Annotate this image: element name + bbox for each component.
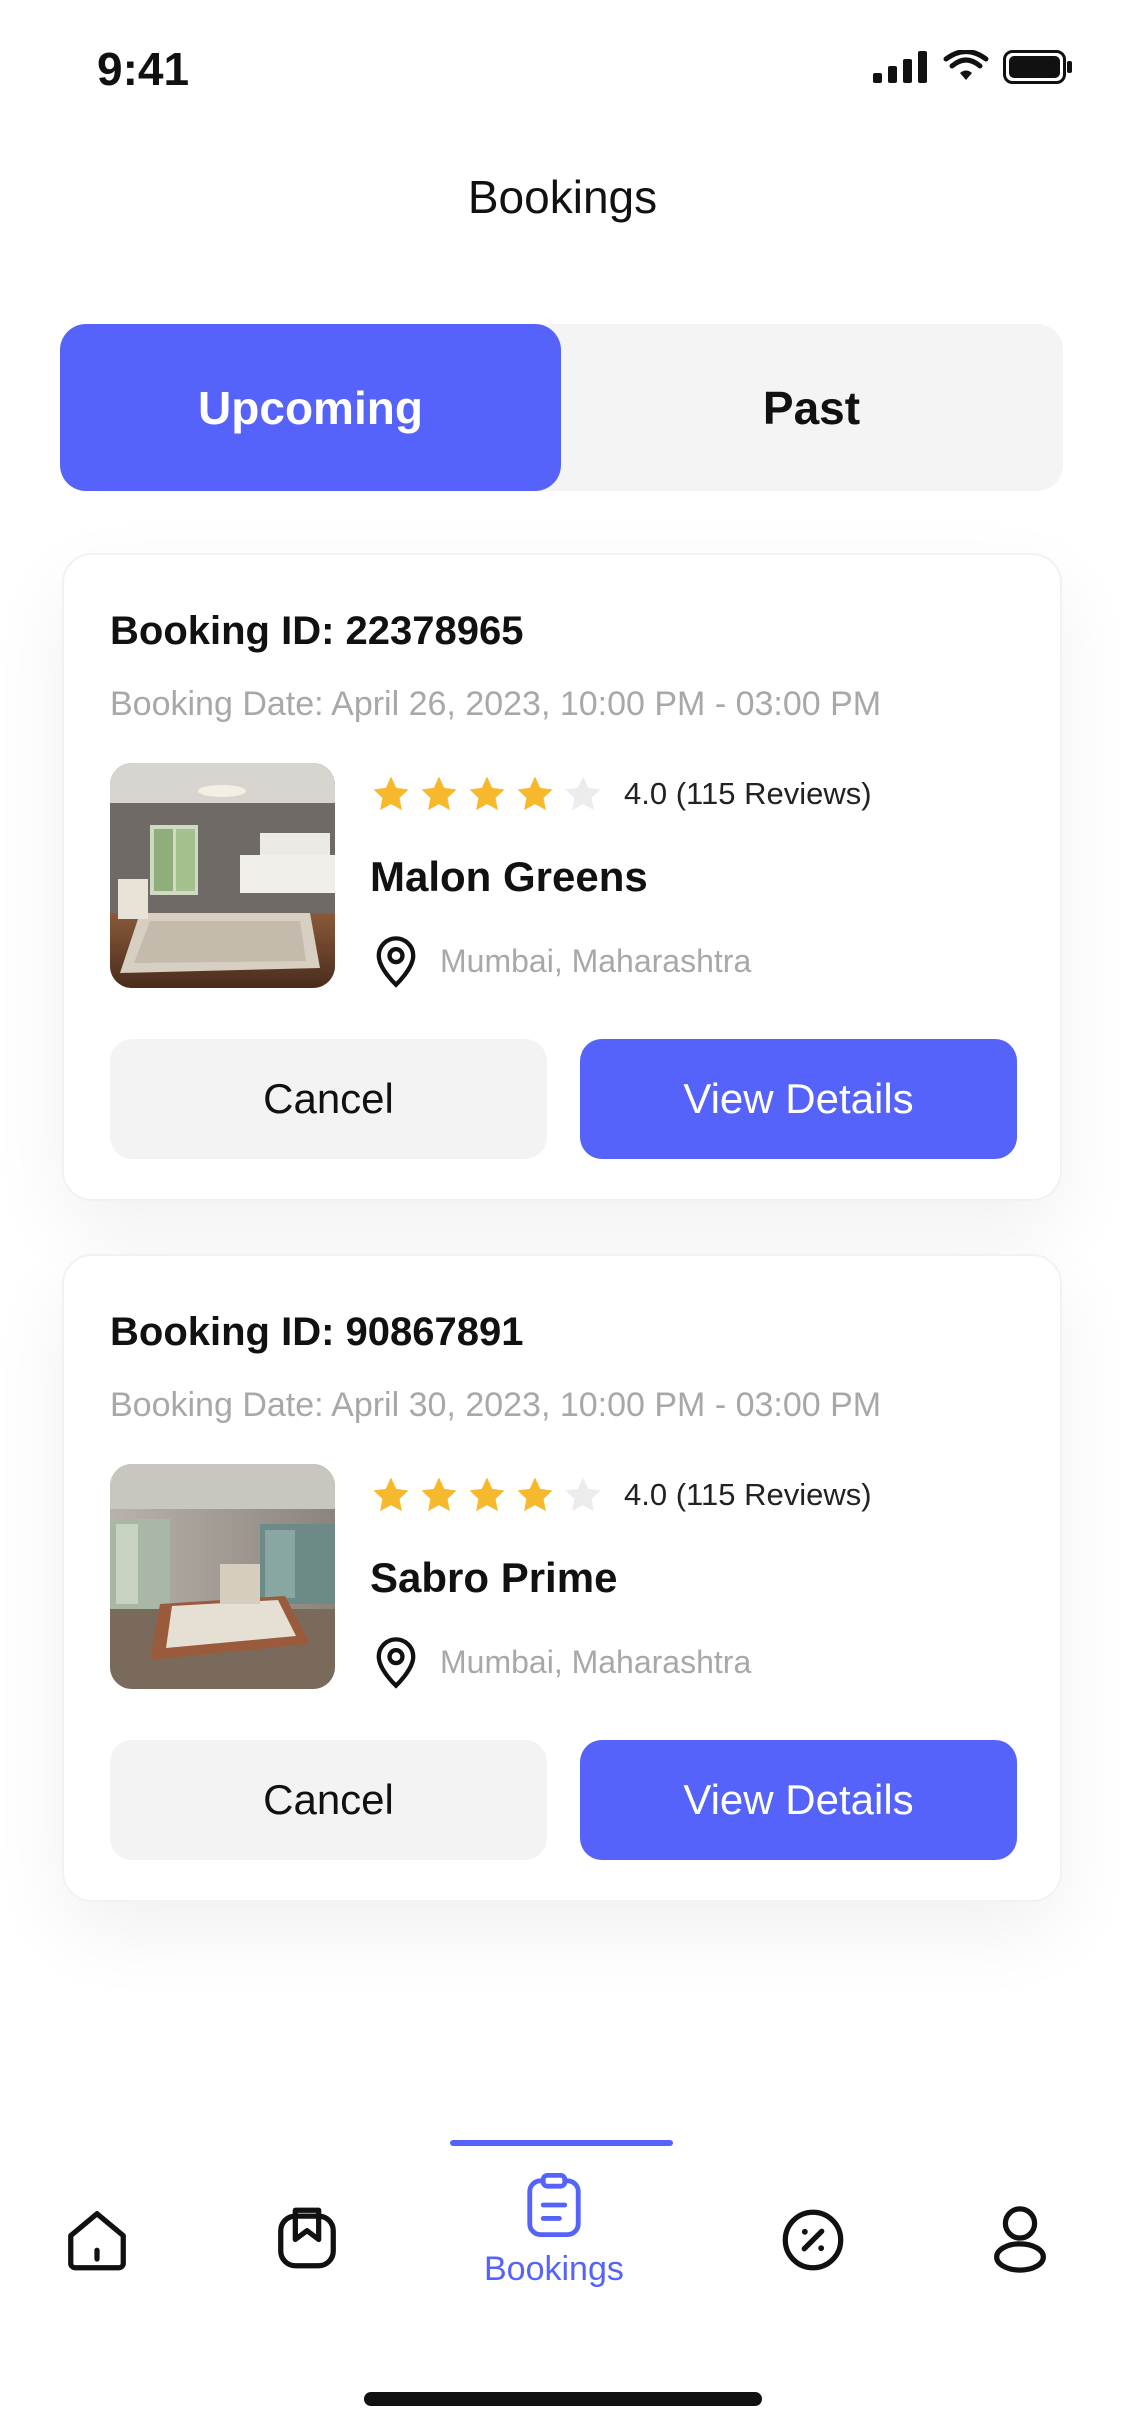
- star-icon: [421, 776, 457, 811]
- nav-item-bookings[interactable]: Bookings: [484, 2170, 624, 2289]
- discount-icon: [782, 2209, 844, 2271]
- home-indicator: [364, 2392, 762, 2406]
- booking-id: Booking ID: 22378965: [110, 609, 524, 653]
- location-text: Mumbai, Maharashtra: [440, 942, 752, 979]
- home-icon: [68, 2211, 126, 2271]
- star-rating: [370, 1474, 604, 1516]
- booking-card: Booking ID: 22378965 Booking Date: April…: [62, 553, 1062, 1201]
- location-pin-icon: [376, 1637, 416, 1689]
- page-title: Bookings: [467, 171, 658, 223]
- nav-item-offers[interactable]: [778, 2205, 848, 2275]
- hotel-thumbnail[interactable]: [110, 763, 335, 988]
- booking-id: Booking ID: 90867891: [110, 1310, 524, 1354]
- booking-tabs: Upcoming Past: [60, 324, 1063, 491]
- nav-active-indicator: [450, 2140, 673, 2146]
- nav-item-home[interactable]: [62, 2205, 132, 2275]
- view-details-button[interactable]: View Details: [580, 1740, 1017, 1860]
- booking-card: Booking ID: 90867891 Booking Date: April…: [62, 1254, 1062, 1902]
- nav-label-bookings: Bookings: [484, 2250, 624, 2288]
- star-icon: [373, 776, 409, 811]
- star-icon: [421, 1477, 457, 1512]
- status-time: 9:41: [97, 43, 190, 95]
- star-icon: [469, 776, 505, 811]
- hotel-name[interactable]: Sabro Prime: [370, 1554, 617, 1602]
- cancel-button[interactable]: Cancel: [110, 1740, 547, 1860]
- star-icon: [373, 1477, 409, 1512]
- rating-row: 4.0 (115 Reviews): [370, 1474, 872, 1516]
- location-pin-icon: [376, 936, 416, 988]
- tab-past[interactable]: Past: [561, 324, 1062, 491]
- profile-icon: [994, 2206, 1046, 2273]
- bookmark-icon: [278, 2207, 336, 2269]
- nav-item-profile[interactable]: [990, 2203, 1050, 2273]
- rating-text: 4.0 (115 Reviews): [624, 776, 872, 811]
- view-details-button[interactable]: View Details: [580, 1039, 1017, 1159]
- signal-icon: [873, 51, 927, 83]
- nav-item-saved[interactable]: [272, 2203, 342, 2273]
- clipboard-icon: [527, 2172, 581, 2238]
- status-icons: [873, 50, 1073, 84]
- wifi-icon: [943, 50, 989, 80]
- rating-text: 4.0 (115 Reviews): [624, 1477, 872, 1512]
- cancel-button[interactable]: Cancel: [110, 1039, 547, 1159]
- location-row: Mumbai, Maharashtra: [370, 1634, 751, 1690]
- booking-date: Booking Date: April 30, 2023, 10:00 PM -…: [110, 1386, 882, 1424]
- battery-icon: [1003, 50, 1072, 84]
- star-icon: [517, 1477, 553, 1512]
- star-empty-icon: [565, 776, 601, 811]
- tab-upcoming[interactable]: Upcoming: [60, 324, 561, 491]
- star-rating: [370, 773, 604, 815]
- star-icon: [517, 776, 553, 811]
- location-row: Mumbai, Maharashtra: [370, 933, 751, 989]
- rating-row: 4.0 (115 Reviews): [370, 773, 872, 815]
- booking-date: Booking Date: April 26, 2023, 10:00 PM -…: [110, 685, 882, 723]
- hotel-thumbnail[interactable]: [110, 1464, 335, 1689]
- hotel-name[interactable]: Malon Greens: [370, 853, 648, 901]
- star-empty-icon: [565, 1477, 601, 1512]
- location-text: Mumbai, Maharashtra: [440, 1643, 752, 1680]
- star-icon: [469, 1477, 505, 1512]
- status-bar: 9:41: [0, 0, 1125, 140]
